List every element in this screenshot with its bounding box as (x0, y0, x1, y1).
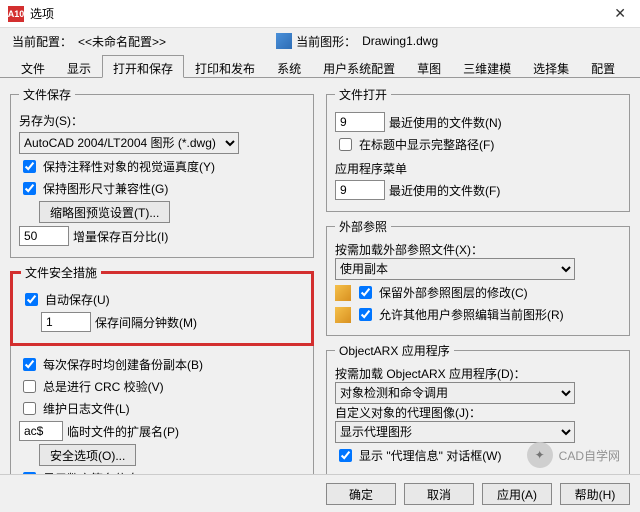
saveas-label: 另存为(S)： (19, 112, 83, 129)
arx-proxy-select[interactable]: 显示代理图形 (335, 421, 575, 443)
arx-load-select[interactable]: 对象检测和命令调用 (335, 382, 575, 404)
incremental-save-input[interactable] (19, 226, 69, 246)
tab-selection[interactable]: 选择集 (522, 55, 580, 78)
tab-profiles[interactable]: 配置 (580, 55, 626, 78)
proxy-dialog-label: 显示 "代理信息" 对话框(W) (359, 447, 502, 464)
tab-display[interactable]: 显示 (56, 55, 102, 78)
file-save-group: 文件保存 另存为(S)： AutoCAD 2004/LT2004 图形 (*.d… (10, 86, 314, 258)
log-checkbox[interactable] (23, 402, 36, 415)
app-icon: A10 (8, 6, 24, 22)
autosave-checkbox[interactable] (25, 293, 38, 306)
file-open-legend: 文件打开 (335, 86, 391, 103)
current-drawing-value: Drawing1.dwg (362, 34, 438, 48)
backup-checkbox[interactable] (23, 358, 36, 371)
xref-load-select[interactable]: 使用副本 (335, 258, 575, 280)
xref-allow-edit-checkbox[interactable] (359, 308, 372, 321)
apply-button[interactable]: 应用(A) (482, 483, 552, 505)
crc-checkbox[interactable] (23, 380, 36, 393)
security-options-button[interactable]: 安全选项(O)... (39, 444, 136, 466)
app-menu-label: 应用程序菜单 (335, 160, 621, 177)
cancel-button[interactable]: 取消 (404, 483, 474, 505)
appmenu-recent-label: 最近使用的文件数(F) (389, 182, 500, 199)
autosave-label: 自动保存(U) (45, 291, 110, 308)
arx-proxy-label: 自定义对象的代理图像(J)： (335, 404, 621, 421)
thumbnail-settings-button[interactable]: 缩略图预览设置(T)... (39, 201, 170, 223)
drawing-icon (276, 33, 292, 49)
xref-retain-checkbox[interactable] (359, 286, 372, 299)
xref-icon (335, 285, 351, 301)
tab-file[interactable]: 文件 (10, 55, 56, 78)
help-button[interactable]: 帮助(H) (560, 483, 630, 505)
appmenu-recent-input[interactable] (335, 180, 385, 200)
keep-annotative-checkbox[interactable] (23, 160, 36, 173)
recent-files-input[interactable] (335, 112, 385, 132)
arx-load-label: 按需加载 ObjectARX 应用程序(D)： (335, 365, 621, 382)
proxy-dialog-checkbox[interactable] (339, 449, 352, 462)
current-profile-value: <<未命名配置>> (78, 33, 166, 50)
safety-legend: 文件安全措施 (21, 264, 101, 281)
file-save-legend: 文件保存 (19, 86, 75, 103)
ok-button[interactable]: 确定 (326, 483, 396, 505)
arx-legend: ObjectARX 应用程序 (335, 342, 454, 359)
current-drawing-label: 当前图形： (296, 33, 356, 50)
current-profile-label: 当前配置： (12, 33, 72, 50)
recent-files-label: 最近使用的文件数(N) (389, 114, 502, 131)
tab-drafting[interactable]: 草图 (406, 55, 452, 78)
tab-bar: 文件 显示 打开和保存 打印和发布 系统 用户系统配置 草图 三维建模 选择集 … (0, 54, 640, 78)
xref-icon (335, 307, 351, 323)
temp-ext-input[interactable] (19, 421, 63, 441)
saveas-format-select[interactable]: AutoCAD 2004/LT2004 图形 (*.dwg) (19, 132, 239, 154)
fullpath-label: 在标题中显示完整路径(F) (359, 136, 494, 153)
tab-open-save[interactable]: 打开和保存 (102, 55, 184, 78)
keep-size-label: 保持图形尺寸兼容性(G) (43, 180, 168, 197)
xref-load-label: 按需加载外部参照文件(X)： (335, 241, 621, 258)
file-open-group: 文件打开 最近使用的文件数(N) 在标题中显示完整路径(F) 应用程序菜单 最近… (326, 86, 630, 212)
xref-allow-edit-label: 允许其他用户参照编辑当前图形(R) (379, 306, 564, 323)
tab-user[interactable]: 用户系统配置 (312, 55, 406, 78)
window-title: 选项 (30, 5, 608, 22)
xref-group: 外部参照 按需加载外部参照文件(X)： 使用副本 保留外部参照图层的修改(C) … (326, 218, 630, 336)
backup-label: 每次保存时均创建备份副本(B) (43, 356, 203, 373)
tab-system[interactable]: 系统 (266, 55, 312, 78)
xref-retain-label: 保留外部参照图层的修改(C) (379, 284, 528, 301)
log-label: 维护日志文件(L) (43, 400, 130, 417)
fullpath-checkbox[interactable] (339, 138, 352, 151)
tab-3d[interactable]: 三维建模 (452, 55, 522, 78)
crc-label: 总是进行 CRC 校验(V) (43, 378, 164, 395)
watermark: ✦ CAD自学网 (527, 442, 620, 468)
temp-ext-label: 临时文件的扩展名(P) (67, 423, 179, 440)
close-icon[interactable]: ✕ (608, 5, 632, 22)
tab-print[interactable]: 打印和发布 (184, 55, 266, 78)
autosave-interval-label: 保存间隔分钟数(M) (95, 314, 197, 331)
keep-annotative-label: 保持注释性对象的视觉逼真度(Y) (43, 158, 215, 175)
autosave-interval-input[interactable] (41, 312, 91, 332)
keep-size-checkbox[interactable] (23, 182, 36, 195)
safety-group-highlight: 文件安全措施 自动保存(U) 保存间隔分钟数(M) (10, 264, 314, 346)
incremental-save-label: 增量保存百分比(I) (73, 228, 168, 245)
xref-legend: 外部参照 (335, 218, 391, 235)
wechat-icon: ✦ (527, 442, 553, 468)
